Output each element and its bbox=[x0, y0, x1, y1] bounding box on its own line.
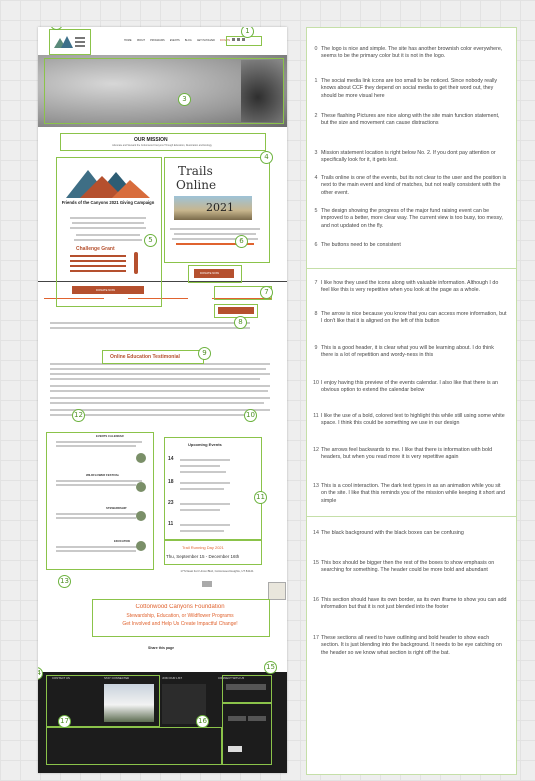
note-number: 2 bbox=[314, 113, 318, 119]
note-number: 12 bbox=[313, 447, 319, 453]
note-text: This is a good header, it is clear what … bbox=[321, 345, 494, 359]
note-text: The black background with the black boxe… bbox=[321, 530, 464, 536]
note-text: The arrows feel backwards to me. I like … bbox=[321, 447, 493, 461]
footer-col-title: JOIN OUR LIST bbox=[162, 676, 183, 680]
nav-item[interactable]: EVENTS bbox=[170, 39, 180, 44]
nav-item[interactable]: PROGRAMS bbox=[150, 39, 165, 44]
note-number: 7 bbox=[314, 280, 318, 286]
annotation-badge: 5 bbox=[144, 234, 157, 247]
note-text: These flashing Pictures are nice along w… bbox=[321, 113, 500, 127]
note-text: This box should be bigger then the rest … bbox=[321, 560, 495, 574]
annotation-badge: 11 bbox=[254, 491, 267, 504]
annotation-badge: 3 bbox=[178, 93, 191, 106]
nav-item[interactable]: BLOG bbox=[185, 39, 192, 44]
annotation-box bbox=[56, 157, 162, 307]
note-number: 6 bbox=[314, 242, 318, 248]
note-text: I enjoy having this preview of the event… bbox=[321, 380, 498, 394]
note-number: 3 bbox=[314, 150, 318, 156]
note-text: Mission statement location is right belo… bbox=[321, 150, 496, 164]
feedback-notes: 0 The logo is nice and simple. The site h… bbox=[306, 27, 517, 775]
share-title: Share this page bbox=[148, 646, 175, 650]
nav-item[interactable]: HOME bbox=[124, 39, 132, 44]
annotation-box bbox=[46, 432, 154, 570]
note-text: The design showing the progress of the m… bbox=[321, 208, 503, 229]
annotation-box bbox=[46, 727, 222, 765]
annotation-box bbox=[44, 58, 284, 124]
note-number: 17 bbox=[313, 635, 319, 641]
nav-item[interactable]: ABOUT bbox=[137, 39, 146, 44]
note-text: I like how they used the icons along wit… bbox=[321, 280, 499, 294]
annotation-box bbox=[164, 437, 262, 541]
address-text: 1772 East Fort Union Blvd, Cottonwood He… bbox=[180, 569, 254, 573]
annotation-badge: 13 bbox=[58, 575, 71, 588]
note-text: This is a cool interaction. The dark tex… bbox=[321, 483, 506, 504]
annotation-badge: 10 bbox=[244, 409, 257, 422]
note-number: 10 bbox=[313, 380, 319, 386]
nav-item[interactable]: GET INVOLVED bbox=[197, 39, 215, 44]
feedback-board: HOME ABOUT PROGRAMS EVENTS BLOG GET INVO… bbox=[0, 0, 535, 781]
annotation-badge: 12 bbox=[72, 409, 85, 422]
note-number: 14 bbox=[313, 530, 319, 536]
note-number: 5 bbox=[314, 208, 318, 214]
note-number: 16 bbox=[313, 597, 319, 603]
note-text: These sections all need to have outlinin… bbox=[321, 635, 502, 656]
annotation-box bbox=[222, 703, 272, 765]
annotation-box bbox=[92, 599, 270, 637]
note-number: 15 bbox=[313, 560, 319, 566]
note-text: The social media link icons are too smal… bbox=[321, 78, 498, 99]
annotation-badge: 17 bbox=[58, 715, 71, 728]
annotation-badge: 8 bbox=[234, 316, 247, 329]
note-text: The buttons need to be consistent bbox=[321, 242, 401, 248]
annotation-box bbox=[188, 265, 242, 283]
annotation-badge: 6 bbox=[235, 235, 248, 248]
back-to-top-button[interactable] bbox=[202, 581, 212, 587]
annotation-box bbox=[102, 350, 204, 364]
note-number: 8 bbox=[314, 311, 318, 317]
note-number: 9 bbox=[314, 345, 318, 351]
annotation-badge: 9 bbox=[198, 347, 211, 360]
note-text: Trails online is one of the events, but … bbox=[321, 175, 507, 196]
note-number: 11 bbox=[313, 413, 319, 419]
note-text: The arrow is nice because you know that … bbox=[321, 311, 507, 325]
annotation-box bbox=[214, 304, 258, 318]
annotation-badge: 7 bbox=[260, 286, 273, 299]
note-text: I like the use of a bold, colored text t… bbox=[321, 413, 505, 427]
annotation-box bbox=[164, 157, 270, 263]
annotation-badge: 16 bbox=[196, 715, 209, 728]
map-thumbnail[interactable] bbox=[268, 582, 286, 600]
annotation-box bbox=[222, 675, 272, 703]
annotation-badge: 4 bbox=[260, 151, 273, 164]
notes-divider bbox=[307, 268, 516, 269]
website-screenshot: HOME ABOUT PROGRAMS EVENTS BLOG GET INVO… bbox=[38, 27, 287, 773]
annotation-box bbox=[60, 133, 266, 151]
notes-divider bbox=[307, 516, 516, 517]
annotation-badge: 15 bbox=[264, 661, 277, 674]
annotation-box bbox=[49, 29, 91, 55]
note-text: This section should have its own border,… bbox=[321, 597, 507, 611]
note-number: 1 bbox=[314, 78, 318, 84]
annotation-box bbox=[164, 539, 262, 565]
note-number: 0 bbox=[314, 46, 318, 52]
note-number: 4 bbox=[314, 175, 318, 181]
note-number: 13 bbox=[313, 483, 319, 489]
note-text: The logo is nice and simple. The site ha… bbox=[321, 46, 503, 60]
